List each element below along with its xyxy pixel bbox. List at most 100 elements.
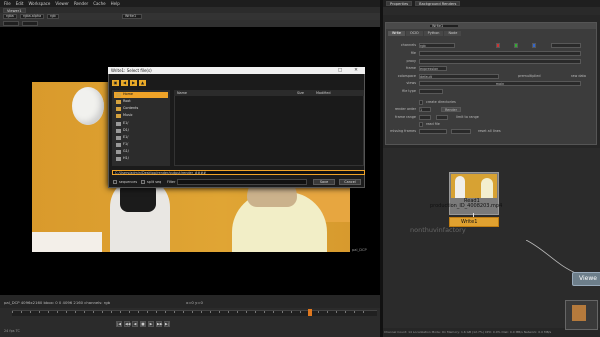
tab-write[interactable]: Write [388,31,405,36]
missing-frames-dropdown[interactable] [419,129,447,134]
menu-cache[interactable]: Cache [93,1,105,6]
play-backward-button[interactable]: ◀ [132,320,138,327]
ruler-tick [93,311,94,313]
file-path-input[interactable]: C:/Users/admin/Desktop/render/output/ren… [112,170,365,175]
menu-file[interactable]: File [4,1,11,6]
render-button[interactable]: Render [441,107,461,112]
premultiplied-label: premultiplied [518,74,541,78]
tab-properties[interactable]: Properties [386,1,413,6]
channel-dropdown[interactable]: rgba.alpha [20,14,44,19]
column-modified[interactable]: Modified [316,91,330,95]
sidebar-item-label: G1/ [123,149,129,153]
back-icon[interactable]: ◀ [121,79,128,86]
sidebar-item-drive[interactable]: H1/ [114,156,168,162]
sidebar-item-root[interactable]: Root [114,99,168,105]
read-file-checkbox[interactable] [419,122,423,127]
viewer-connection [526,240,579,275]
menu-render[interactable]: Render [74,1,88,6]
sequences-checkbox[interactable] [113,180,117,184]
ruler-tick [273,311,274,313]
menu-viewer[interactable]: Viewer [55,1,69,6]
tab-viewer1[interactable]: Viewer1 [3,7,26,13]
gain-field[interactable] [3,21,19,26]
layer-dropdown[interactable]: rgb [47,14,59,19]
column-name[interactable]: Name [177,91,187,95]
folder-icon[interactable]: ▣ [112,79,119,86]
go-to-start-button[interactable]: |◀ [116,320,122,327]
read-node-thumbnail [451,174,497,198]
alpha-dropdown[interactable] [551,43,581,48]
reset-all-label: reset all lines [478,129,501,133]
properties-tab-bar: Properties Background Renders [383,0,600,7]
sidebar-item-music[interactable]: Music [114,113,168,119]
close-icon[interactable]: ✕ [352,67,360,74]
gamma-field[interactable] [22,21,38,26]
tab-background-renders[interactable]: Background Renders [415,1,461,6]
file-list-header [174,90,364,96]
ruler-tick [255,311,256,313]
prop-row-file: file [386,51,596,56]
maximize-icon[interactable]: □ [336,67,344,74]
sidebar-item-home[interactable]: Home [114,92,168,98]
folder-icon [116,114,121,118]
forward-icon[interactable]: ▶ [130,79,137,86]
proxy-input[interactable] [419,59,581,64]
ruler-tick [192,311,193,313]
render-order-input[interactable]: 1 [419,107,431,112]
last-frame-input[interactable] [436,115,448,120]
channels-dropdown[interactable]: rgb [419,43,455,48]
drive-icon [116,136,121,140]
playhead[interactable] [308,309,312,316]
channels-dropdown[interactable]: rgba [3,14,17,19]
prop-label: missing frames [390,129,416,133]
sidebar-item-contents[interactable]: Contents [114,106,168,112]
tab-node[interactable]: Node [444,31,462,36]
sidebar-item-drive[interactable]: F1/ [114,142,168,148]
dialog-toolbar: ▣ ◀ ▶ ▲ [112,78,212,87]
menu-edit[interactable]: Edit [16,1,24,6]
file-type-dropdown[interactable] [419,89,443,94]
input-node-dropdown[interactable]: Write1 [122,14,142,19]
tab-ocio[interactable]: OCIO [405,31,423,36]
reload-button[interactable] [451,129,471,134]
frame-mode-dropdown[interactable]: expression [419,66,447,71]
timeline-status: 24 fps TC [4,329,20,333]
sidebar-item-drive[interactable]: E1/ [114,135,168,141]
create-directories-checkbox[interactable] [419,100,423,105]
node-graph-minimap[interactable] [565,300,598,330]
views-dropdown[interactable]: main [419,81,581,86]
up-icon[interactable]: ▲ [139,79,146,86]
sidebar-item-drive[interactable]: D1/ [114,128,168,134]
create-directories-label: create directories [426,100,456,104]
ruler-tick [327,311,328,313]
menu-workspace[interactable]: Workspace [28,1,50,6]
next-keyframe-button[interactable]: ▶▶ [156,320,163,327]
prop-label: file type [402,89,416,93]
timeline-ruler[interactable] [12,310,377,316]
prev-keyframe-button[interactable]: ◀◀ [124,320,131,327]
sidebar-item-label: Contents [123,106,139,110]
file-path-input[interactable] [419,51,581,56]
blue-channel-toggle[interactable] [532,43,536,48]
column-size[interactable]: Size [297,91,304,95]
save-button[interactable]: Save [313,179,335,185]
cancel-button[interactable]: Cancel [339,179,361,185]
green-channel-toggle[interactable] [514,43,518,48]
first-frame-input[interactable] [419,115,431,120]
menu-help[interactable]: Help [111,1,120,6]
sidebar-item-drive[interactable]: E1/ [114,121,168,127]
tab-python[interactable]: Python [423,31,444,36]
file-list[interactable] [174,90,364,166]
play-forward-button[interactable]: ▶ [148,320,154,327]
sidebar-item-drive[interactable]: G1/ [114,149,168,155]
split-seq-checkbox[interactable] [141,180,145,184]
ruler-tick [120,311,121,313]
prop-label: colorspace [397,74,416,78]
stop-button[interactable]: ■ [140,320,146,327]
go-to-end-button[interactable]: ▶| [164,320,170,327]
red-channel-toggle[interactable] [496,43,500,48]
node-name-field[interactable]: Write1 [429,23,459,29]
colorspace-dropdown[interactable]: default [419,74,499,79]
filter-input[interactable] [177,179,307,185]
viewer-info-text: pal_DCP 4096x2160 bbox: 0 0 4096 2160 ch… [4,300,111,305]
